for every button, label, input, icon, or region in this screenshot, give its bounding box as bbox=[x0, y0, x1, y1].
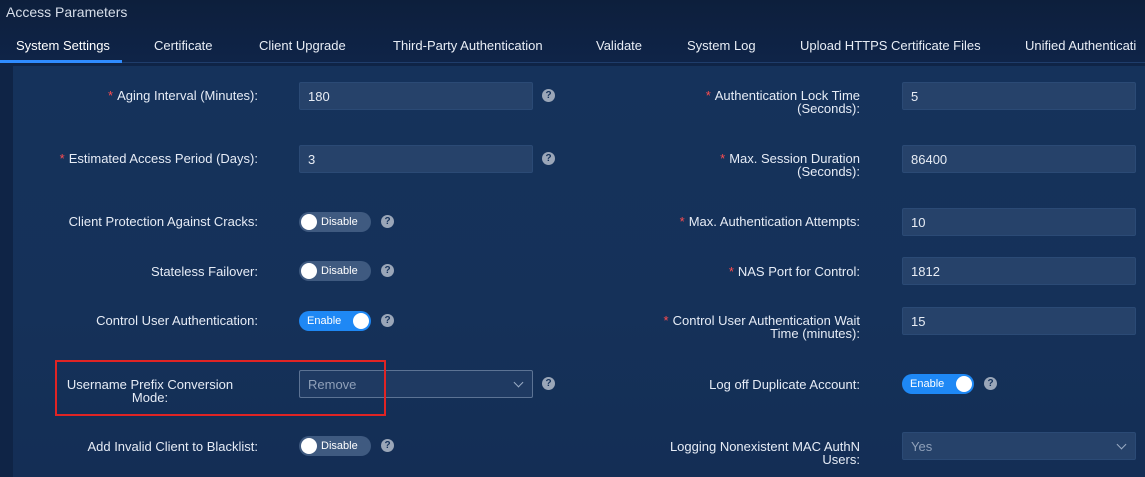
highlight-box bbox=[55, 360, 386, 416]
estimated-access-period-label: * Estimated Access Period (Days): bbox=[59, 151, 258, 166]
toggle-knob bbox=[301, 438, 317, 454]
blacklist-toggle[interactable]: Disable bbox=[299, 436, 371, 456]
auth-lock-time-label: * Authentication Lock Time (Seconds): bbox=[705, 88, 860, 116]
max-session-duration-input[interactable]: 86400 bbox=[902, 145, 1136, 173]
nas-port-input[interactable]: 1812 bbox=[902, 257, 1136, 285]
chevron-down-icon bbox=[513, 377, 524, 388]
question-circle-icon[interactable]: ? bbox=[381, 215, 394, 228]
tab-validate[interactable]: Validate bbox=[596, 38, 642, 53]
control-user-auth-wait-input[interactable]: 15 bbox=[902, 307, 1136, 335]
tab-system-settings[interactable]: System Settings bbox=[16, 38, 110, 53]
active-tab-indicator bbox=[0, 60, 122, 63]
question-circle-icon[interactable]: ? bbox=[542, 377, 555, 390]
max-session-duration-label: * Max. Session Duration (Seconds): bbox=[720, 151, 860, 179]
header-bar: Access Parameters System Settings Certif… bbox=[0, 0, 1145, 63]
blacklist-label: Add Invalid Client to Blacklist: bbox=[87, 439, 258, 454]
toggle-knob bbox=[956, 376, 972, 392]
tabs-divider bbox=[0, 62, 1145, 63]
tab-unified-authentication[interactable]: Unified Authenticati bbox=[1025, 38, 1136, 53]
estimated-access-period-input[interactable]: 3 bbox=[299, 145, 533, 173]
client-protection-toggle[interactable]: Disable bbox=[299, 212, 371, 232]
aging-interval-label: * Aging Interval (Minutes): bbox=[108, 88, 258, 103]
max-auth-attempts-label: * Max. Authentication Attempts: bbox=[679, 214, 860, 229]
mac-authn-log-label: Logging Nonexistent MAC AuthN Users: bbox=[669, 439, 860, 467]
control-user-auth-toggle[interactable]: Enable bbox=[299, 311, 371, 331]
question-circle-icon[interactable]: ? bbox=[984, 377, 997, 390]
tab-bar: System Settings Certificate Client Upgra… bbox=[0, 32, 1145, 62]
toggle-knob bbox=[301, 263, 317, 279]
left-gutter bbox=[0, 66, 13, 477]
stateless-failover-label: Stateless Failover: bbox=[151, 264, 258, 279]
tab-upload-https-certificate-files[interactable]: Upload HTTPS Certificate Files bbox=[800, 38, 981, 53]
client-protection-label: Client Protection Against Cracks: bbox=[68, 214, 258, 229]
required-marker: * bbox=[108, 88, 114, 103]
question-circle-icon[interactable]: ? bbox=[381, 264, 394, 277]
nas-port-label: * NAS Port for Control: bbox=[728, 264, 860, 279]
page-title: Access Parameters bbox=[6, 4, 128, 20]
max-auth-attempts-input[interactable]: 10 bbox=[902, 208, 1136, 236]
logoff-duplicate-label: Log off Duplicate Account: bbox=[709, 377, 860, 392]
control-user-auth-wait-label: * Control User Authentication Wait Time (… bbox=[663, 313, 860, 341]
tab-client-upgrade[interactable]: Client Upgrade bbox=[259, 38, 346, 53]
tab-third-party-authentication[interactable]: Third-Party Authentication bbox=[393, 38, 543, 53]
question-circle-icon[interactable]: ? bbox=[381, 439, 394, 452]
toggle-knob bbox=[353, 313, 369, 329]
chevron-down-icon bbox=[1116, 439, 1127, 450]
aging-interval-input[interactable]: 180 bbox=[299, 82, 533, 110]
auth-lock-time-input[interactable]: 5 bbox=[902, 82, 1136, 110]
question-circle-icon[interactable]: ? bbox=[542, 89, 555, 102]
logoff-duplicate-toggle[interactable]: Enable bbox=[902, 374, 974, 394]
tab-system-log[interactable]: System Log bbox=[687, 38, 756, 53]
stateless-failover-toggle[interactable]: Disable bbox=[299, 261, 371, 281]
mac-authn-log-select[interactable]: Yes bbox=[902, 432, 1136, 460]
toggle-knob bbox=[301, 214, 317, 230]
control-user-auth-label: Control User Authentication: bbox=[96, 313, 258, 328]
tab-certificate[interactable]: Certificate bbox=[154, 38, 213, 53]
question-circle-icon[interactable]: ? bbox=[381, 314, 394, 327]
question-circle-icon[interactable]: ? bbox=[542, 152, 555, 165]
